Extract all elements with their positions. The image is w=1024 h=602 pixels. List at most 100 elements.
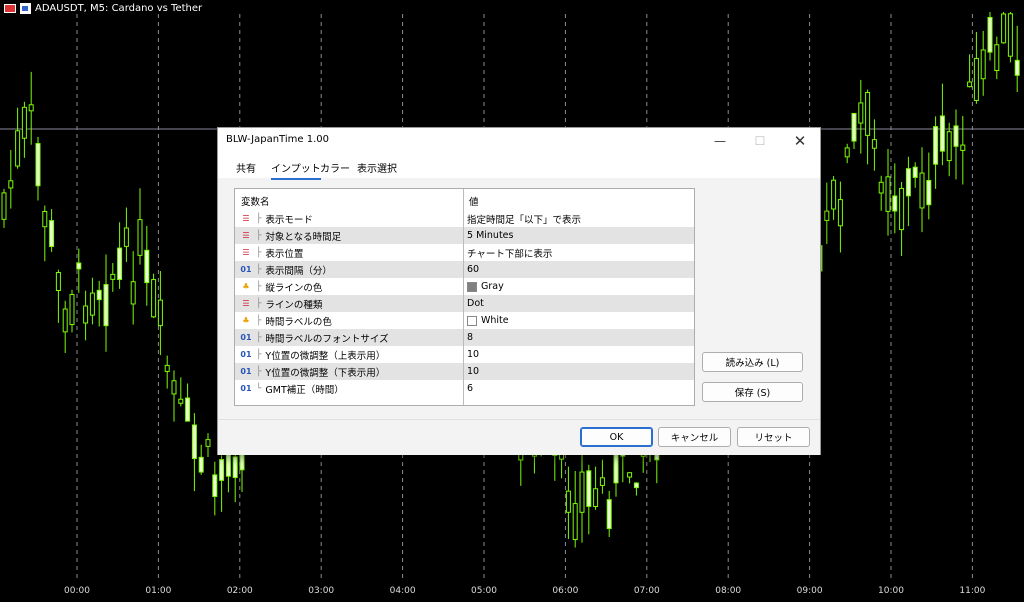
candle-body [824,210,830,221]
time-label: 09:00 [796,586,823,596]
candle-body [117,247,123,281]
table-row[interactable]: 01 ├ Y位置の微調整（上表示用） 10 [235,346,694,363]
param-value-cell[interactable]: 8 [463,329,694,346]
dialog-footer: OK キャンセル リセット [218,419,820,455]
param-value-cell[interactable]: 10 [463,346,694,363]
candle-body [871,139,877,149]
param-value-cell[interactable]: 6 [463,380,694,397]
table-row[interactable]: 01 ├ 表示間隔（分） 60 [235,261,694,278]
color-swatch[interactable] [467,315,477,326]
candle-body [232,456,238,479]
param-value: Dot [467,298,484,309]
time-label: 01:00 [145,586,172,596]
candle-body [933,126,939,165]
param-value-cell[interactable]: 10 [463,363,694,380]
reset-button[interactable]: リセット [737,427,810,447]
load-button[interactable]: 読み込み (L) [702,352,803,372]
tab-colors[interactable]: カラー [320,160,350,178]
candle-body [28,104,34,112]
tree-line: ├ [256,247,262,258]
candle-body [21,106,27,139]
param-value-cell[interactable]: 60 [463,261,694,278]
param-value: 8 [467,332,474,343]
param-name: 時間ラベルの色 [265,316,332,328]
param-name: ラインの種類 [265,299,323,311]
param-name: Y位置の微調整（上表示用） [265,350,386,362]
param-value-cell[interactable]: White [463,312,694,329]
minimize-icon[interactable]: — [700,128,740,154]
candle-body [123,227,129,247]
tab-inputs[interactable]: インプット [271,160,321,180]
table-row[interactable]: 01 └ GMT補正（時間） 6 [235,380,694,397]
candle-body [76,262,82,270]
tree-line: ├ [256,315,262,326]
table-row[interactable]: ☰ ├ 表示モード 指定時間足「以下」で表示 [235,210,694,227]
table-row[interactable]: 01 ├ 時間ラベルのフォントサイズ 8 [235,329,694,346]
time-label: 06:00 [552,586,579,596]
param-name-cell: 01 └ GMT補正（時間） [235,380,463,397]
number-icon: 01 [240,367,252,376]
candle-body [1,192,7,220]
param-name: 表示間隔（分） [265,265,332,277]
color-swatch[interactable] [467,281,477,292]
chart-symbol-title: ADAUSDT, M5: Cardano vs Tether [35,3,203,14]
param-name-cell: ☰ ├ ラインの種類 [235,295,463,312]
param-value-cell[interactable]: Gray [463,278,694,295]
tree-line: ├ [256,366,262,377]
ok-button[interactable]: OK [580,427,653,447]
candle-body [151,279,157,318]
time-label: 02:00 [226,586,253,596]
candle-body [110,273,116,280]
enum-icon: ☰ [242,214,250,223]
candle-body [831,179,837,210]
cancel-button[interactable]: キャンセル [658,427,731,447]
time-label: 03:00 [308,586,335,596]
candle-body [137,219,143,256]
tree-line: ├ [256,264,262,275]
param-value-cell[interactable]: 指定時間足「以下」で表示 [463,210,694,227]
tree-line: ├ [256,349,262,360]
candle-body [96,289,102,301]
candle-body [15,130,21,167]
candle-body [572,503,578,541]
dialog-title-bar[interactable]: BLW-JapanTime 1.00 — ☐ ✕ [218,128,820,154]
number-icon: 01 [240,333,252,342]
candle-body [844,147,850,158]
time-label: 10:00 [878,586,904,596]
candle-body [178,398,184,404]
param-value: 指定時間足「以下」で表示 [467,214,582,226]
param-value-cell[interactable]: 5 Minutes [463,227,694,244]
candle-body [919,172,925,209]
candle-body [606,499,612,530]
close-icon[interactable]: ✕ [780,128,820,154]
param-value: 60 [467,264,480,275]
column-header-name: 変数名 [241,197,270,208]
param-name-cell: 01 ├ 時間ラベルのフォントサイズ [235,329,463,346]
candle-body [926,179,932,206]
inputs-table: 変数名 値 ☰ ├ 表示モード 指定時間足「以下」で表示 ☰ ├ 対象となる時間足 5 Min… [234,188,695,406]
candle-body [878,181,884,194]
candle-body [586,470,592,507]
tree-line: └ [256,383,262,394]
table-row[interactable]: ♣ ├ 時間ラベルの色 White [235,312,694,329]
time-label: 05:00 [471,586,497,596]
candle-body [185,397,191,422]
table-row[interactable]: ☰ ├ ラインの種類 Dot [235,295,694,312]
table-row[interactable]: 01 ├ Y位置の微調整（下表示用） 10 [235,363,694,380]
tab-visualization[interactable]: 表示選択 [357,160,397,178]
tab-common[interactable]: 共有 [236,160,256,178]
param-value: White [481,315,509,326]
table-row[interactable]: ☰ ├ 対象となる時間足 5 Minutes [235,227,694,244]
save-button[interactable]: 保存 (S) [702,382,803,402]
table-row[interactable]: ☰ ├ 表示位置 チャート下部に表示 [235,244,694,261]
chart-indicator-icon [20,3,31,14]
candle-body [987,16,993,53]
param-value-cell[interactable]: Dot [463,295,694,312]
param-value: 10 [467,349,480,360]
column-header-value: 値 [469,197,479,208]
param-name: 表示位置 [265,248,304,260]
table-row[interactable]: ♣ ├ 縦ラインの色 Gray [235,278,694,295]
candle-body [565,490,571,513]
param-value-cell[interactable]: チャート下部に表示 [463,244,694,261]
candle-body [83,305,89,324]
